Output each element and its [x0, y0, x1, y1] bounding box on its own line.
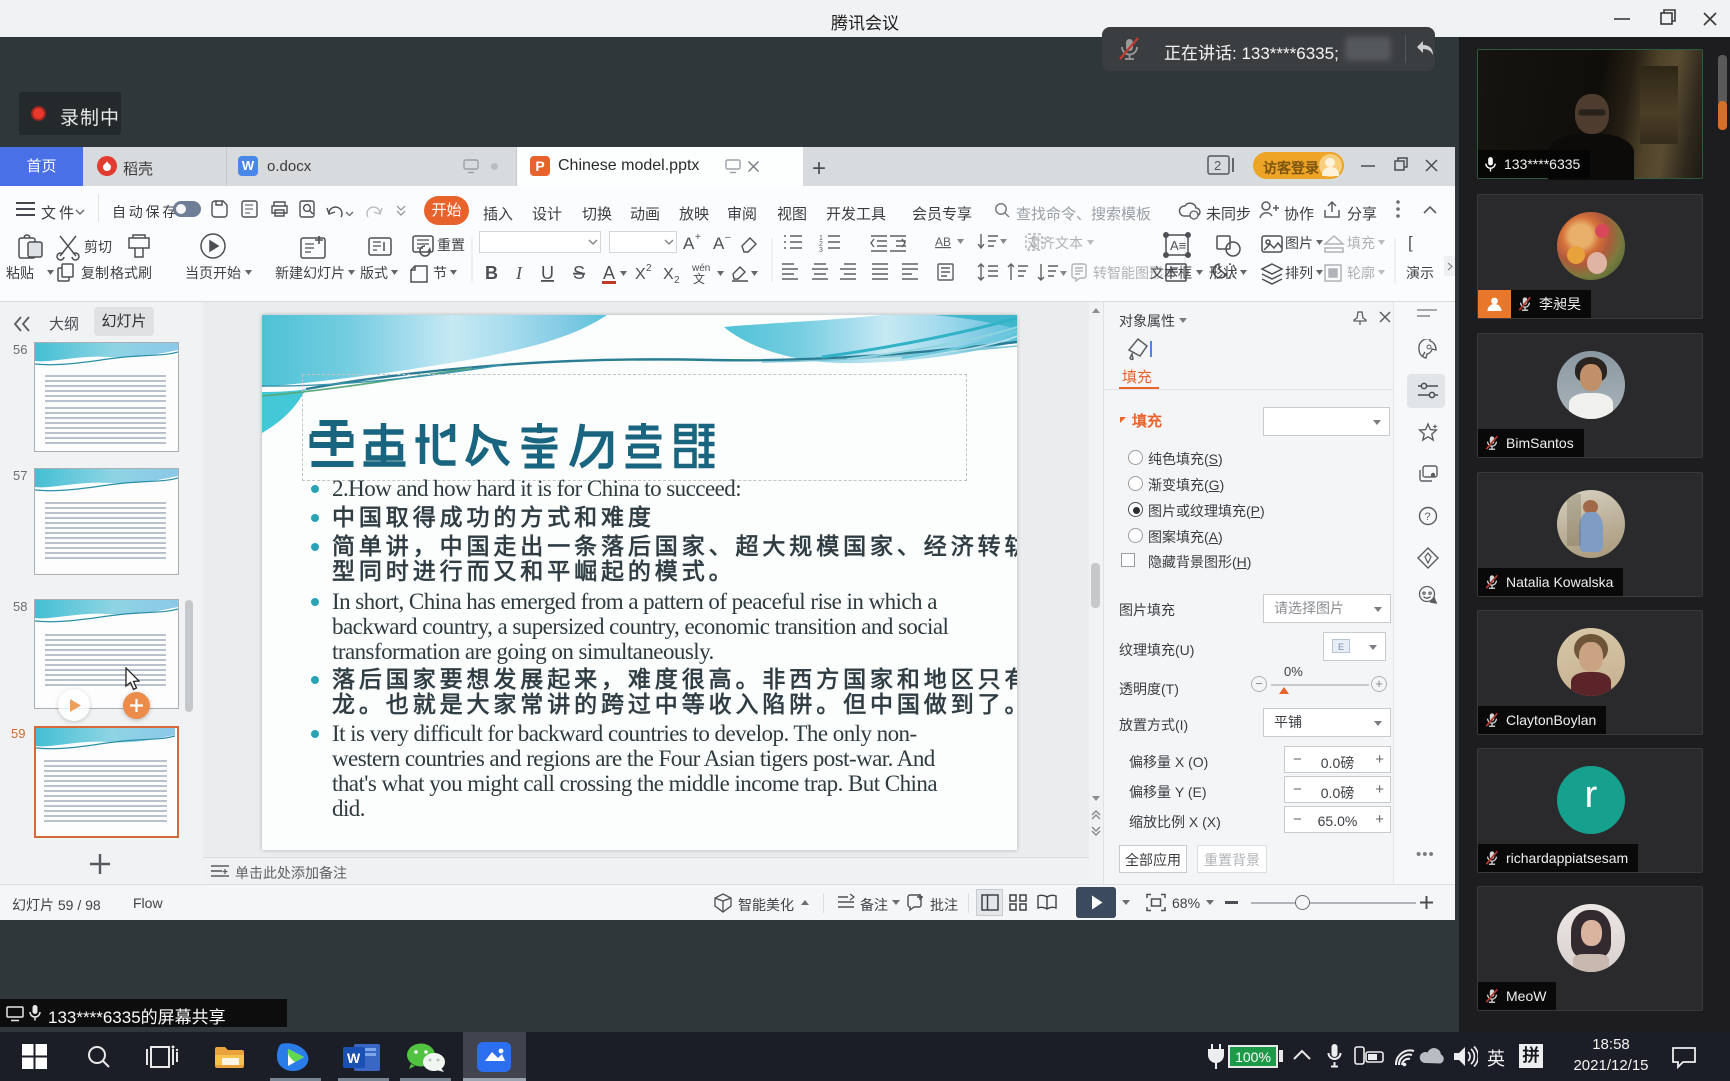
svg-text:排列: 排列 [1285, 265, 1313, 281]
svg-text:填充: 填充 [1347, 235, 1375, 251]
svg-text:文本框: 文本框 [1150, 265, 1192, 281]
svg-text:I: I [515, 263, 523, 283]
svg-text:X: X [635, 266, 646, 283]
svg-text:U: U [541, 263, 554, 283]
svg-text:图片: 图片 [1285, 235, 1313, 251]
svg-text:重置: 重置 [437, 237, 465, 253]
svg-text:[: [ [1408, 233, 1413, 252]
svg-text:轮廓: 轮廓 [1347, 265, 1375, 281]
svg-text:对齐文本: 对齐文本 [1027, 235, 1083, 251]
svg-text:X: X [663, 266, 674, 283]
svg-text:2: 2 [1214, 158, 1221, 173]
svg-text:复制: 复制 [81, 265, 109, 281]
svg-text:A≡: A≡ [1170, 238, 1186, 253]
svg-text:A: A [603, 263, 615, 283]
svg-text:节: 节 [433, 265, 447, 281]
svg-text:版式: 版式 [360, 265, 388, 281]
svg-text:W: W [347, 1050, 361, 1066]
svg-text:新建幻灯片: 新建幻灯片 [275, 265, 345, 281]
svg-text:S: S [573, 263, 585, 283]
svg-text:演示: 演示 [1406, 265, 1434, 281]
svg-text:+: + [695, 232, 701, 243]
svg-text:B: B [485, 263, 498, 283]
svg-text:2: 2 [646, 263, 652, 274]
svg-text:?: ? [1425, 511, 1431, 523]
svg-text:A: A [713, 234, 725, 253]
svg-text:格式刷: 格式刷 [110, 265, 152, 281]
svg-text:当页开始: 当页开始 [185, 265, 241, 281]
svg-text:剪切: 剪切 [84, 239, 112, 255]
svg-text:A: A [683, 234, 695, 253]
svg-text:3: 3 [819, 247, 823, 254]
svg-text:粘贴: 粘贴 [6, 265, 34, 281]
svg-text:–: – [725, 232, 731, 243]
svg-text:形状: 形状 [1209, 265, 1237, 281]
svg-text:AB: AB [935, 235, 951, 249]
